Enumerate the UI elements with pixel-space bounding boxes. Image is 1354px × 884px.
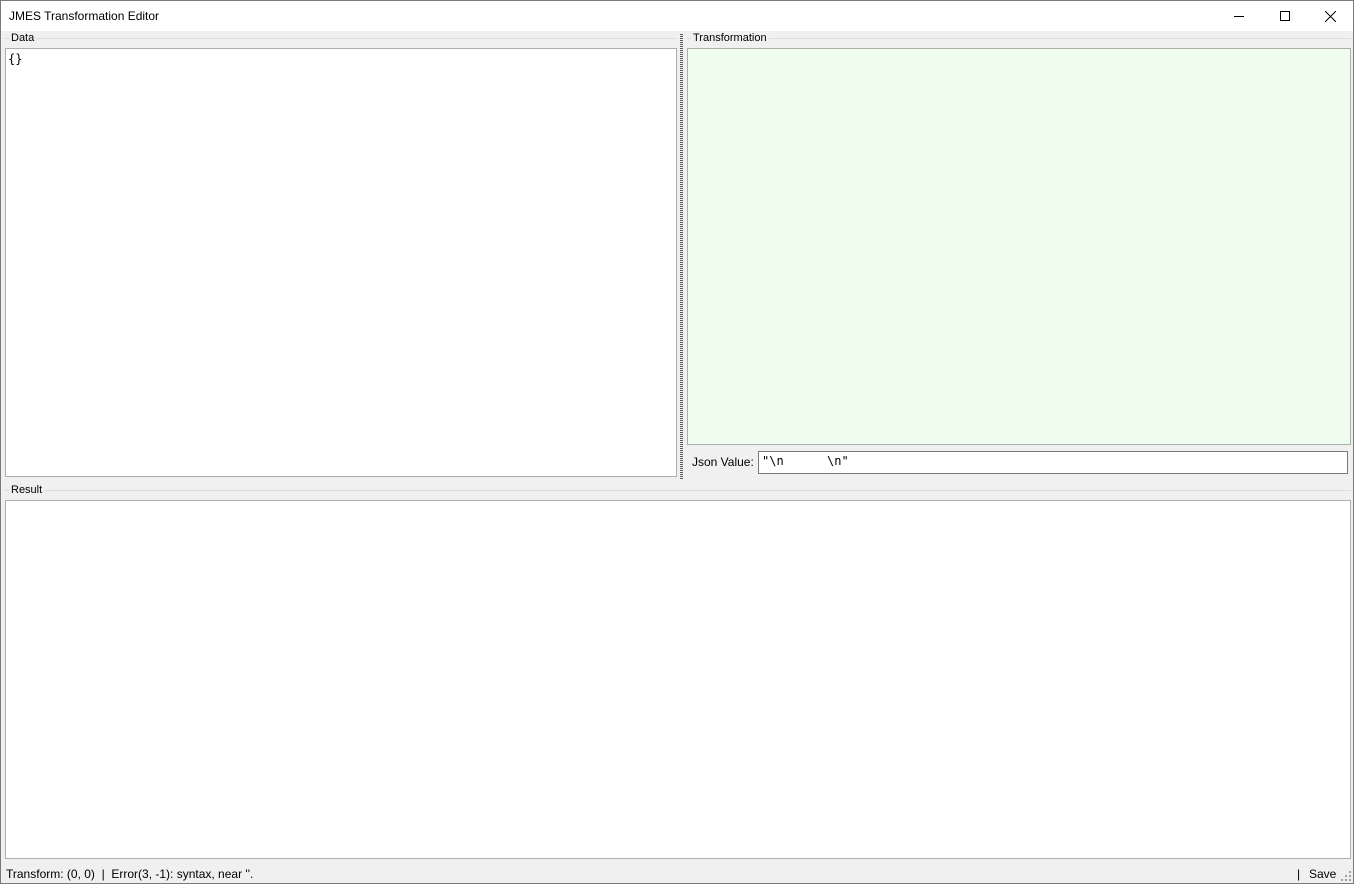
maximize-button[interactable] [1262, 1, 1308, 31]
json-value-label: Json Value: [692, 455, 754, 469]
client-area: Data {} Transformation Json Value: "\n \… [1, 32, 1353, 862]
result-editor[interactable] [5, 500, 1351, 859]
vertical-splitter[interactable] [680, 34, 683, 479]
data-group-label: Data [9, 32, 37, 45]
close-button[interactable] [1307, 1, 1353, 31]
transformation-group-label: Transformation [691, 32, 769, 45]
data-editor[interactable]: {} [5, 48, 677, 477]
app-window: JMES Transformation Editor Data {} Trans [0, 0, 1354, 884]
transformation-editor[interactable] [687, 48, 1351, 445]
minimize-icon [1234, 16, 1244, 17]
result-group-label: Result [9, 484, 45, 497]
resize-grip-icon[interactable] [1340, 870, 1352, 882]
json-value-field[interactable]: "\n \n" [758, 451, 1348, 474]
close-icon [1324, 10, 1336, 22]
status-bar: Transform: (0, 0) | Error(3, -1): syntax… [1, 863, 1353, 883]
result-group-border [5, 490, 1351, 491]
save-button[interactable]: Save [1309, 867, 1336, 881]
status-separator: | [1297, 867, 1301, 881]
data-group-border [5, 38, 677, 39]
title-bar[interactable]: JMES Transformation Editor [1, 1, 1353, 31]
minimize-button[interactable] [1216, 1, 1262, 31]
status-message: Transform: (0, 0) | Error(3, -1): syntax… [6, 867, 254, 881]
window-title: JMES Transformation Editor [9, 9, 160, 23]
maximize-icon [1280, 11, 1290, 21]
transformation-group-border [687, 38, 1351, 39]
